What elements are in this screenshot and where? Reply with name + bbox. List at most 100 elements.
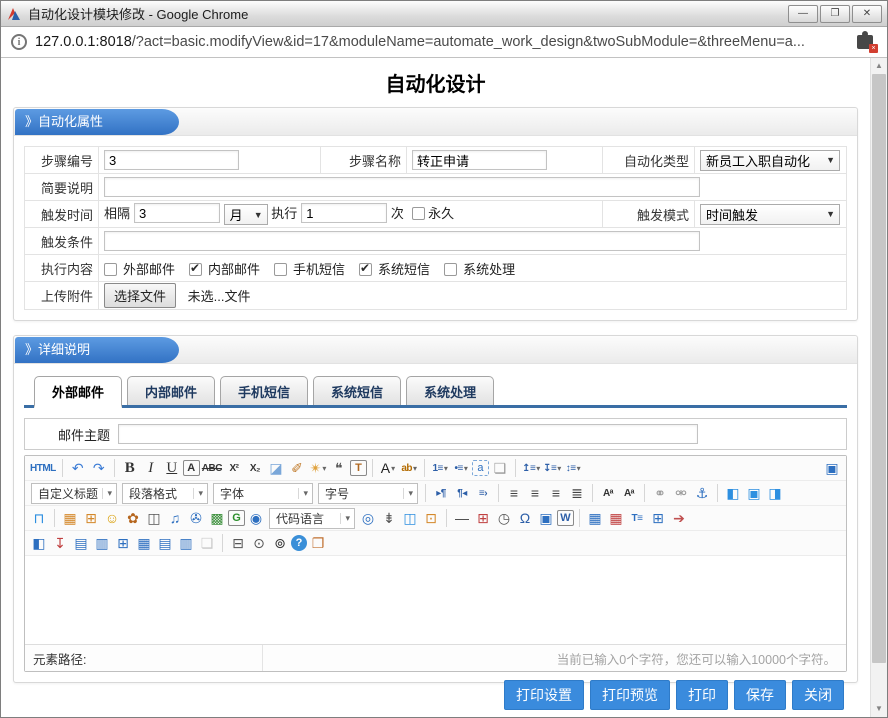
maximize-button[interactable]: ❐ <box>820 5 850 23</box>
undo-icon[interactable]: ↶ <box>68 458 88 478</box>
map-icon[interactable]: ▩ <box>207 508 227 528</box>
close-button[interactable]: 关闭 <box>792 680 844 710</box>
exec-count-input[interactable] <box>301 203 387 223</box>
embed-icon[interactable]: ◉ <box>246 508 266 528</box>
align-center-icon[interactable]: ≡ <box>525 483 545 503</box>
emotion-icon[interactable]: ☺ <box>102 508 122 528</box>
checkbox-phone-sms-box[interactable] <box>274 263 287 276</box>
blockquote-icon[interactable]: ❝ <box>329 458 349 478</box>
highlight-color-icon[interactable]: ab▾ <box>399 458 419 478</box>
plugin-icon[interactable]: × <box>857 35 873 49</box>
align-justify-icon[interactable]: ≣ <box>567 483 587 503</box>
eraser-icon[interactable]: ◪ <box>266 458 286 478</box>
paragraph-format-select[interactable]: 段落格式▾ <box>122 483 208 504</box>
table-cols-icon[interactable]: ▥ <box>176 533 196 553</box>
tab-system-process[interactable]: 系统处理 <box>406 376 494 405</box>
music-icon[interactable]: ♫ <box>165 508 185 528</box>
screenshot-icon[interactable]: ⊡ <box>421 508 441 528</box>
image-align-center-icon[interactable]: ▣ <box>744 483 764 503</box>
table-title-icon[interactable]: T≡ <box>627 508 647 528</box>
scrollbar-thumb[interactable] <box>872 74 886 663</box>
paint-icon[interactable]: ✿ <box>123 508 143 528</box>
fullscreen-icon[interactable]: ▣ <box>822 458 842 478</box>
insert-date-icon[interactable]: ⊞ <box>473 508 493 528</box>
to-uppercase-icon[interactable]: Aᵃ <box>598 483 618 503</box>
subject-input[interactable] <box>118 424 698 444</box>
tab-internal-mail[interactable]: 内部邮件 <box>127 376 215 405</box>
paste-text-icon[interactable]: T <box>350 460 367 476</box>
print-preview-icon[interactable]: ⊙ <box>249 533 269 553</box>
close-window-button[interactable]: ✕ <box>852 5 882 23</box>
print-preview-button[interactable]: 打印预览 <box>590 680 670 710</box>
font-size-select[interactable]: 字号▾ <box>318 483 418 504</box>
insert-table-icon[interactable]: ▦ <box>585 508 605 528</box>
subscript-icon[interactable]: X₂ <box>245 458 265 478</box>
rtl-icon[interactable]: ¶◂ <box>452 483 472 503</box>
word-image-icon[interactable]: W <box>557 510 574 526</box>
delete-table-icon[interactable]: ▦ <box>606 508 626 528</box>
tab-system-message[interactable]: 系统短信 <box>313 376 401 405</box>
redo-icon[interactable]: ↷ <box>89 458 109 478</box>
font-family-select[interactable]: 字体▾ <box>213 483 313 504</box>
align-right-icon[interactable]: ≡ <box>546 483 566 503</box>
interval-unit-select[interactable]: 月 ▼ <box>224 204 268 225</box>
checkbox-system-message-box[interactable] <box>359 263 372 276</box>
link-icon[interactable]: ⚭ <box>650 483 670 503</box>
code-block-icon[interactable]: ◎ <box>358 508 378 528</box>
code-language-select[interactable]: 代码语言▾ <box>269 508 355 529</box>
tab-phone-sms[interactable]: 手机短信 <box>220 376 308 405</box>
insert-time-icon[interactable]: ◷ <box>494 508 514 528</box>
ordered-list-icon[interactable]: 1≡▾ <box>430 458 450 478</box>
scroll-up-button[interactable]: ▲ <box>871 58 887 74</box>
scroll-down-button[interactable]: ▼ <box>871 701 887 717</box>
find-replace-icon[interactable]: ⊚ <box>270 533 290 553</box>
print-icon[interactable]: ⊟ <box>228 533 248 553</box>
strikethrough-icon[interactable]: ABC <box>201 458 223 478</box>
image-text-top-icon[interactable]: ⊓ <box>29 508 49 528</box>
insert-columns-icon[interactable]: ◫ <box>400 508 420 528</box>
insert-row-icon[interactable]: ⊞ <box>648 508 668 528</box>
step-no-input[interactable] <box>104 150 239 170</box>
anchor-icon[interactable]: ⚓ <box>692 483 712 503</box>
checkbox-system-message[interactable]: 系统短信 <box>359 262 430 277</box>
page-info-icon[interactable]: i <box>11 34 27 50</box>
tab-external-mail[interactable]: 外部邮件 <box>34 376 122 408</box>
html-source-button[interactable]: HTML <box>29 458 57 478</box>
checkbox-system-process[interactable]: 系统处理 <box>444 262 515 277</box>
table-header-icon[interactable]: ▤ <box>71 533 91 553</box>
address-bar[interactable]: i 127.0.0.1:8018/?act=basic.modifyView&i… <box>1 27 887 58</box>
align-left-icon[interactable]: ≡ <box>504 483 524 503</box>
underline-icon[interactable]: U <box>162 458 182 478</box>
google-map-icon[interactable]: G <box>228 510 245 526</box>
font-border-icon[interactable]: A <box>183 460 200 476</box>
insert-image-icon[interactable]: ▦ <box>60 508 80 528</box>
doc-disabled-icon[interactable]: ❏ <box>197 533 217 553</box>
font-color-icon[interactable]: A▾ <box>378 458 398 478</box>
auto-type-select[interactable]: 新员工入职自动化 ▼ <box>700 150 840 171</box>
split-cell-icon[interactable]: ➔ <box>669 508 689 528</box>
table-rows-icon[interactable]: ▤ <box>155 533 175 553</box>
insert-col-left-icon[interactable]: ◧ <box>29 533 49 553</box>
help-icon[interactable]: ? <box>291 535 307 551</box>
quick-format-icon[interactable]: ✴▾ <box>308 458 328 478</box>
italic-icon[interactable]: I <box>141 458 161 478</box>
map-key-icon[interactable]: ▣ <box>536 508 556 528</box>
brief-input[interactable] <box>104 177 700 197</box>
video-icon[interactable]: ◫ <box>144 508 164 528</box>
url-text[interactable]: 127.0.0.1:8018/?act=basic.modifyView&id=… <box>35 34 849 50</box>
forever-checkbox[interactable] <box>412 207 425 220</box>
custom-title-select[interactable]: 自定义标题▾ <box>31 483 117 504</box>
bold-icon[interactable]: B <box>120 458 140 478</box>
step-name-input[interactable] <box>412 150 547 170</box>
page-break-icon[interactable]: ⇟ <box>379 508 399 528</box>
line-height-icon[interactable]: ↕≡▾ <box>563 458 583 478</box>
format-painter-icon[interactable]: ✐ <box>287 458 307 478</box>
image-align-left-icon[interactable]: ◧ <box>723 483 743 503</box>
special-char-icon[interactable]: Ω <box>515 508 535 528</box>
inline-code-icon[interactable]: a <box>472 460 489 476</box>
unlink-icon[interactable]: ⚮ <box>671 483 691 503</box>
checkbox-external-mail[interactable]: 外部邮件 <box>104 262 175 277</box>
checkbox-internal-mail[interactable]: 内部邮件 <box>189 262 260 277</box>
trigger-mode-select[interactable]: 时间触发 ▼ <box>700 204 840 225</box>
multi-image-icon[interactable]: ⊞ <box>81 508 101 528</box>
